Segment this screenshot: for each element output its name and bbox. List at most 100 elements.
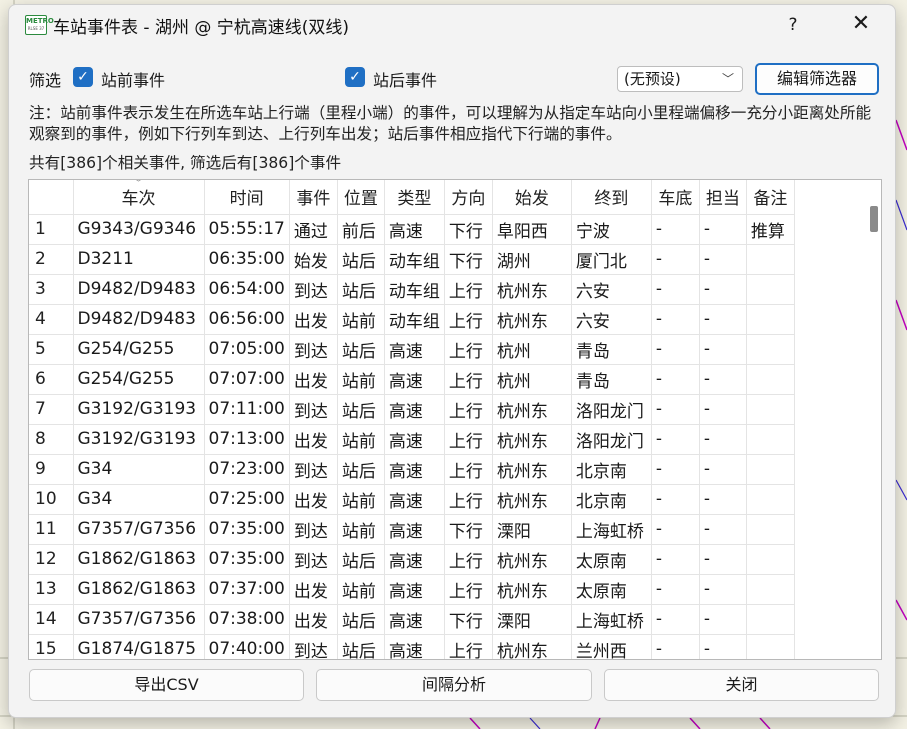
station-events-dialog: METRO RLSE 37 车站事件表 - 湖州 @ 宁杭高速线(双线) ? ✕… [8, 4, 896, 718]
table-cell [746, 274, 795, 305]
table-cell: 动车组 [384, 244, 445, 275]
interval-analysis-button[interactable]: 间隔分析 [316, 669, 592, 701]
close-button[interactable]: 关闭 [604, 669, 879, 701]
close-window-button[interactable]: ✕ [839, 9, 883, 39]
table-cell: 上行 [444, 364, 493, 395]
table-cell: - [651, 244, 700, 275]
table-cell: 上行 [444, 424, 493, 455]
table-cell: 杭州 [492, 364, 572, 395]
table-row[interactable]: 6 G254/G255 07:07:00 出发 站前 高速 上行 杭州 青岛 - - [29, 364, 795, 395]
table-cell: G1862/G1863 [73, 574, 205, 605]
row-number: 9 [29, 454, 74, 485]
table-row[interactable]: 3 D9482/D9483 06:54:00 到达 站后 动车组 上行 杭州东 六安 - - [29, 274, 795, 305]
column-header[interactable]: ﹀ 车次 [73, 180, 205, 215]
table-cell: - [699, 214, 747, 245]
app-logo-icon: METRO RLSE 37 [25, 15, 54, 35]
table-cell: 到达 [289, 544, 338, 575]
table-cell: G34 [73, 484, 205, 515]
column-header[interactable]: 类型 [384, 180, 445, 215]
table-cell: G254/G255 [73, 334, 205, 365]
table-cell: 高速 [384, 604, 445, 635]
before-station-label[interactable]: 站前事件 [101, 67, 165, 91]
table-cell: - [651, 484, 700, 515]
table-cell: 推算 [746, 214, 795, 245]
table-cell: 阜阳西 [492, 214, 572, 245]
export-csv-button[interactable]: 导出CSV [29, 669, 304, 701]
column-header[interactable]: 事件 [289, 180, 338, 215]
table-cell [746, 334, 795, 365]
table-cell: - [651, 274, 700, 305]
after-station-label[interactable]: 站后事件 [373, 67, 437, 91]
column-header[interactable]: 方向 [444, 180, 493, 215]
app-logo-subtext: RLSE 37 [27, 26, 45, 31]
check-icon: ✓ [77, 69, 89, 85]
table-row[interactable]: 15 G1874/G1875 07:40:00 到达 站后 高速 上行 杭州东 兰州西 - - [29, 634, 795, 659]
table-cell: 杭州 [492, 334, 572, 365]
table-cell: 高速 [384, 364, 445, 395]
table-cell: 高速 [384, 454, 445, 485]
column-header[interactable]: 备注 [746, 180, 795, 215]
table-cell: 上行 [444, 334, 493, 365]
column-header[interactable]: 担当 [699, 180, 747, 215]
table-cell: 太原南 [571, 544, 652, 575]
table-row[interactable]: 10 G34 07:25:00 出发 站前 高速 上行 杭州东 北京南 - - [29, 484, 795, 515]
table-cell: D9482/D9483 [73, 274, 205, 305]
table-cell: 高速 [384, 484, 445, 515]
table-row[interactable]: 11 G7357/G7356 07:35:00 到达 站前 高速 下行 溧阳 上海虹桥 - - [29, 514, 795, 545]
table-cell: 出发 [289, 304, 338, 335]
edit-filter-button[interactable]: 编辑筛选器 [755, 63, 879, 95]
table-row[interactable]: 9 G34 07:23:00 到达 站后 高速 上行 杭州东 北京南 - - [29, 454, 795, 485]
table-row[interactable]: 8 G3192/G3193 07:13:00 出发 站前 高速 上行 杭州东 洛阳龙门 - - [29, 424, 795, 455]
table-cell: 杭州东 [492, 544, 572, 575]
table-cell: 上行 [444, 574, 493, 605]
column-header[interactable]: 时间 [204, 180, 290, 215]
table-cell: G3192/G3193 [73, 394, 205, 425]
vertical-scrollbar[interactable] [865, 180, 881, 659]
table-cell: - [651, 454, 700, 485]
table-cell: 宁波 [571, 214, 652, 245]
table-cell: 青岛 [571, 334, 652, 365]
table-cell: 06:54:00 [204, 274, 290, 305]
events-table[interactable]: ﹀ 车次 时间 事件 位置 类型 方向 始发 终到 车底 担当 备注 1 G9343/G9346 05:5… [28, 179, 882, 660]
table-cell: - [699, 484, 747, 515]
help-button[interactable]: ? [777, 11, 809, 39]
column-header[interactable]: 位置 [337, 180, 385, 215]
table-row[interactable]: 7 G3192/G3193 07:11:00 到达 站后 高速 上行 杭州东 洛阳龙门 - - [29, 394, 795, 425]
table-cell: 动车组 [384, 304, 445, 335]
table-cell: - [651, 394, 700, 425]
table-cell: - [699, 604, 747, 635]
table-row[interactable]: 2 D3211 06:35:00 始发 站后 动车组 下行 湖州 厦门北 - - [29, 244, 795, 275]
table-cell: - [651, 334, 700, 365]
row-number: 7 [29, 394, 74, 425]
table-cell: 高速 [384, 544, 445, 575]
scrollbar-thumb[interactable] [870, 206, 878, 232]
column-header[interactable]: 车底 [651, 180, 700, 215]
table-cell: 高速 [384, 634, 445, 659]
after-station-checkbox[interactable]: ✓ [345, 67, 365, 87]
table-cell: 杭州东 [492, 454, 572, 485]
table-row[interactable]: 12 G1862/G1863 07:35:00 到达 站后 高速 上行 杭州东 太原南 - - [29, 544, 795, 575]
table-cell: 太原南 [571, 574, 652, 605]
table-cell: 高速 [384, 424, 445, 455]
table-row[interactable]: 4 D9482/D9483 06:56:00 出发 站前 动车组 上行 杭州东 六安 - - [29, 304, 795, 335]
column-header[interactable]: 终到 [571, 180, 652, 215]
table-cell: - [699, 274, 747, 305]
table-cell: 07:40:00 [204, 634, 290, 659]
table-row[interactable]: 5 G254/G255 07:05:00 到达 站后 高速 上行 杭州 青岛 - - [29, 334, 795, 365]
table-cell: - [651, 514, 700, 545]
table-cell: 站后 [337, 244, 385, 275]
table-cell: - [651, 214, 700, 245]
table-row[interactable]: 1 G9343/G9346 05:55:17 通过 前后 高速 下行 阜阳西 宁波 - - 推算 [29, 214, 795, 245]
column-header-index[interactable] [29, 180, 74, 215]
table-cell: 到达 [289, 334, 338, 365]
table-cell: 站前 [337, 304, 385, 335]
table-cell: 站后 [337, 544, 385, 575]
table-row[interactable]: 13 G1862/G1863 07:37:00 出发 站前 高速 上行 杭州东 太原南 - - [29, 574, 795, 605]
column-header[interactable]: 始发 [492, 180, 572, 215]
preset-select[interactable]: (无预设) ﹀ [617, 66, 743, 92]
table-cell: 到达 [289, 514, 338, 545]
before-station-checkbox[interactable]: ✓ [73, 67, 93, 87]
table-row[interactable]: 14 G7357/G7356 07:38:00 出发 站后 高速 下行 溧阳 上海虹桥 - - [29, 604, 795, 635]
table-cell: - [699, 574, 747, 605]
table-cell: - [651, 634, 700, 659]
